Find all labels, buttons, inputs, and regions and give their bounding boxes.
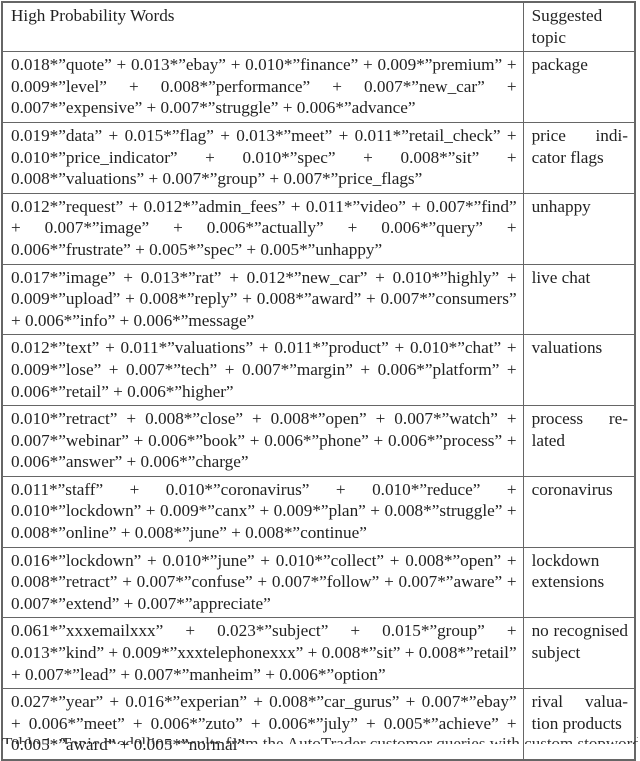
topic-cell: live chat <box>522 263 636 336</box>
table-row: 0.011*”staff” + 0.010*”coronavirus” + 0.… <box>1 475 636 548</box>
topic-table: High Probability Words Suggested topic 0… <box>1 1 636 761</box>
table-row: 0.012*”text” + 0.011*”valuations” + 0.01… <box>1 334 636 407</box>
table-row: 0.018*”quote” + 0.013*”ebay” + 0.010*”fi… <box>1 51 636 123</box>
header-high-probability-words: High Probability Words <box>1 1 524 53</box>
table-row: 0.016*”lockdown” + 0.010*”june” + 0.010*… <box>1 546 636 619</box>
topic-cell: process re­lated <box>522 405 636 477</box>
table-row: 0.010*”retract” + 0.008*”close” + 0.008*… <box>1 405 636 477</box>
topic-cell: lockdown extensions <box>522 546 636 619</box>
table-row: 0.019*”data” + 0.015*”flag” + 0.013*”mee… <box>1 121 636 194</box>
words-cell: 0.017*”image” + 0.013*”rat” + 0.012*”new… <box>1 263 524 336</box>
topic-cell: rival valua­tion prod­ucts <box>522 688 636 761</box>
topic-cell: price indi­cator flags <box>522 121 636 194</box>
words-cell: 0.027*”year” + 0.016*”experian” + 0.008*… <box>1 688 524 761</box>
topic-cell: no recog­nised subject <box>522 617 636 690</box>
words-cell: 0.016*”lockdown” + 0.010*”june” + 0.010*… <box>1 546 524 619</box>
topic-cell: package <box>522 51 636 123</box>
words-cell: 0.010*”retract” + 0.008*”close” + 0.008*… <box>1 405 524 477</box>
words-cell: 0.012*”text” + 0.011*”valuations” + 0.01… <box>1 334 524 407</box>
table-header-row: High Probability Words Suggested topic <box>1 1 636 53</box>
words-cell: 0.018*”quote” + 0.013*”ebay” + 0.010*”fi… <box>1 51 524 123</box>
table-row: 0.017*”image” + 0.013*”rat” + 0.012*”new… <box>1 263 636 336</box>
words-cell: 0.011*”staff” + 0.010*”coronavirus” + 0.… <box>1 475 524 548</box>
table-row: 0.061*”xxxemailxxx” + 0.023*”subject” + … <box>1 617 636 690</box>
table-caption: Table 1: Topic modelling results from th… <box>2 734 638 744</box>
words-cell: 0.061*”xxxemailxxx” + 0.023*”subject” + … <box>1 617 524 690</box>
topic-cell: unhappy <box>522 192 636 265</box>
words-cell: 0.012*”request” + 0.012*”admin_fees” + 0… <box>1 192 524 265</box>
header-suggested-topic: Suggested topic <box>522 1 636 53</box>
words-cell: 0.019*”data” + 0.015*”flag” + 0.013*”mee… <box>1 121 524 194</box>
topic-cell: valuations <box>522 334 636 407</box>
topic-cell: coronavirus <box>522 475 636 548</box>
table-row: 0.027*”year” + 0.016*”experian” + 0.008*… <box>1 688 636 761</box>
table-row: 0.012*”request” + 0.012*”admin_fees” + 0… <box>1 192 636 265</box>
